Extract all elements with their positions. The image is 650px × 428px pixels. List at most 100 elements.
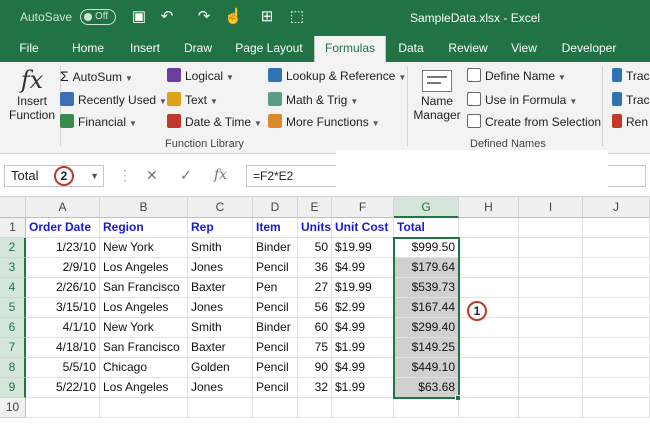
cell-i10[interactable] (519, 398, 583, 418)
cell-item[interactable]: Pencil (253, 338, 298, 358)
header-rep[interactable]: Rep (188, 218, 253, 238)
cell-g10[interactable] (394, 398, 459, 418)
cell-total[interactable]: $149.25 (394, 338, 459, 358)
cell-rep[interactable]: Jones (188, 258, 253, 278)
column-header-d[interactable]: D (253, 197, 298, 218)
cell-i9[interactable] (519, 378, 583, 398)
insert-function-button[interactable]: fx Insert Function (8, 66, 56, 122)
tab-data[interactable]: Data (390, 36, 432, 62)
remove-arrows-button[interactable]: Ren (612, 114, 648, 129)
cell-i1[interactable] (519, 218, 583, 238)
cell-i3[interactable] (519, 258, 583, 278)
row-header-2[interactable]: 2 (0, 238, 26, 258)
header-item[interactable]: Item (253, 218, 298, 238)
cell-units[interactable]: 75 (298, 338, 332, 358)
trace-precedents-button[interactable]: Trac (612, 68, 650, 83)
cell-h1[interactable] (459, 218, 519, 238)
cell-d10[interactable] (253, 398, 298, 418)
enter-icon[interactable]: ✓ (180, 167, 192, 184)
undo-icon[interactable]: ↶ (158, 8, 176, 26)
more-functions-button[interactable]: More Functions ▼ (268, 114, 380, 129)
create-from-selection-button[interactable]: Create from Selection (467, 114, 601, 129)
cell-item[interactable]: Pencil (253, 258, 298, 278)
tab-home[interactable]: Home (62, 36, 114, 62)
org-chart-icon[interactable]: ⊞ (258, 8, 276, 26)
math-trig-button[interactable]: Math & Trig ▼ (268, 92, 358, 107)
cell-order-date[interactable]: 1/23/10 (26, 238, 100, 258)
tab-review[interactable]: Review (440, 36, 496, 62)
cell-j4[interactable] (583, 278, 650, 298)
header-total[interactable]: Total (394, 218, 459, 238)
cell-unit-cost[interactable]: $19.99 (332, 238, 394, 258)
cell-item[interactable]: Binder (253, 318, 298, 338)
cell-total[interactable]: $999.50 (394, 238, 459, 258)
cell-item[interactable]: Pencil (253, 358, 298, 378)
cell-region[interactable]: Los Angeles (100, 298, 188, 318)
tab-insert[interactable]: Insert (120, 36, 170, 62)
row-header-8[interactable]: 8 (0, 358, 26, 378)
cell-region[interactable]: San Francisco (100, 338, 188, 358)
name-manager-button[interactable]: Name Manager (412, 70, 462, 122)
cell-total[interactable]: $167.44 (394, 298, 459, 318)
cell-i8[interactable] (519, 358, 583, 378)
cell-h2[interactable] (459, 238, 519, 258)
cell-total[interactable]: $449.10 (394, 358, 459, 378)
cancel-icon[interactable]: ✕ (146, 167, 158, 184)
cell-i6[interactable] (519, 318, 583, 338)
cell-rep[interactable]: Baxter (188, 278, 253, 298)
cell-order-date[interactable]: 2/26/10 (26, 278, 100, 298)
use-in-formula-button[interactable]: Use in Formula ▼ (467, 92, 577, 107)
cell-j8[interactable] (583, 358, 650, 378)
cell-units[interactable]: 32 (298, 378, 332, 398)
text-button[interactable]: Text ▼ (167, 92, 218, 107)
row-header-1[interactable]: 1 (0, 218, 26, 238)
cell-total[interactable]: $63.68 (394, 378, 459, 398)
recently-used-button[interactable]: Recently Used ▼ (60, 92, 167, 107)
cell-h10[interactable] (459, 398, 519, 418)
row-header-3[interactable]: 3 (0, 258, 26, 278)
column-header-a[interactable]: A (26, 197, 100, 218)
cell-j6[interactable] (583, 318, 650, 338)
cell-region[interactable]: Chicago (100, 358, 188, 378)
save-icon[interactable]: ▣ (130, 8, 148, 26)
cell-rep[interactable]: Smith (188, 318, 253, 338)
row-header-7[interactable]: 7 (0, 338, 26, 358)
touch-mode-icon[interactable]: ☝ (224, 8, 243, 26)
cell-total[interactable]: $299.40 (394, 318, 459, 338)
cell-units[interactable]: 90 (298, 358, 332, 378)
cell-total[interactable]: $539.73 (394, 278, 459, 298)
financial-button[interactable]: Financial ▼ (60, 114, 137, 129)
cell-h8[interactable] (459, 358, 519, 378)
cell-f10[interactable] (332, 398, 394, 418)
cell-j5[interactable] (583, 298, 650, 318)
cell-b10[interactable] (100, 398, 188, 418)
cell-i2[interactable] (519, 238, 583, 258)
cell-unit-cost[interactable]: $1.99 (332, 378, 394, 398)
autosum-button[interactable]: Σ AutoSum ▼ (60, 68, 133, 84)
cell-rep[interactable]: Jones (188, 378, 253, 398)
cell-h9[interactable] (459, 378, 519, 398)
cell-units[interactable]: 27 (298, 278, 332, 298)
cell-j1[interactable] (583, 218, 650, 238)
cell-rep[interactable]: Jones (188, 298, 253, 318)
cell-unit-cost[interactable]: $4.99 (332, 318, 394, 338)
cell-i7[interactable] (519, 338, 583, 358)
cell-h6[interactable] (459, 318, 519, 338)
cell-rep[interactable]: Golden (188, 358, 253, 378)
cell-order-date[interactable]: 4/1/10 (26, 318, 100, 338)
autosave-toggle[interactable]: Off (80, 9, 116, 25)
cell-unit-cost[interactable]: $19.99 (332, 278, 394, 298)
cell-region[interactable]: Los Angeles (100, 378, 188, 398)
tab-view[interactable]: View (502, 36, 546, 62)
cell-item[interactable]: Pencil (253, 298, 298, 318)
trace-dependents-button[interactable]: Trac (612, 92, 650, 107)
cell-order-date[interactable]: 5/22/10 (26, 378, 100, 398)
column-header-g[interactable]: G (394, 197, 459, 218)
cell-e10[interactable] (298, 398, 332, 418)
cell-units[interactable]: 56 (298, 298, 332, 318)
cell-unit-cost[interactable]: $2.99 (332, 298, 394, 318)
column-header-f[interactable]: F (332, 197, 394, 218)
logical-button[interactable]: Logical ▼ (167, 68, 234, 83)
row-header-5[interactable]: 5 (0, 298, 26, 318)
cell-item[interactable]: Binder (253, 238, 298, 258)
